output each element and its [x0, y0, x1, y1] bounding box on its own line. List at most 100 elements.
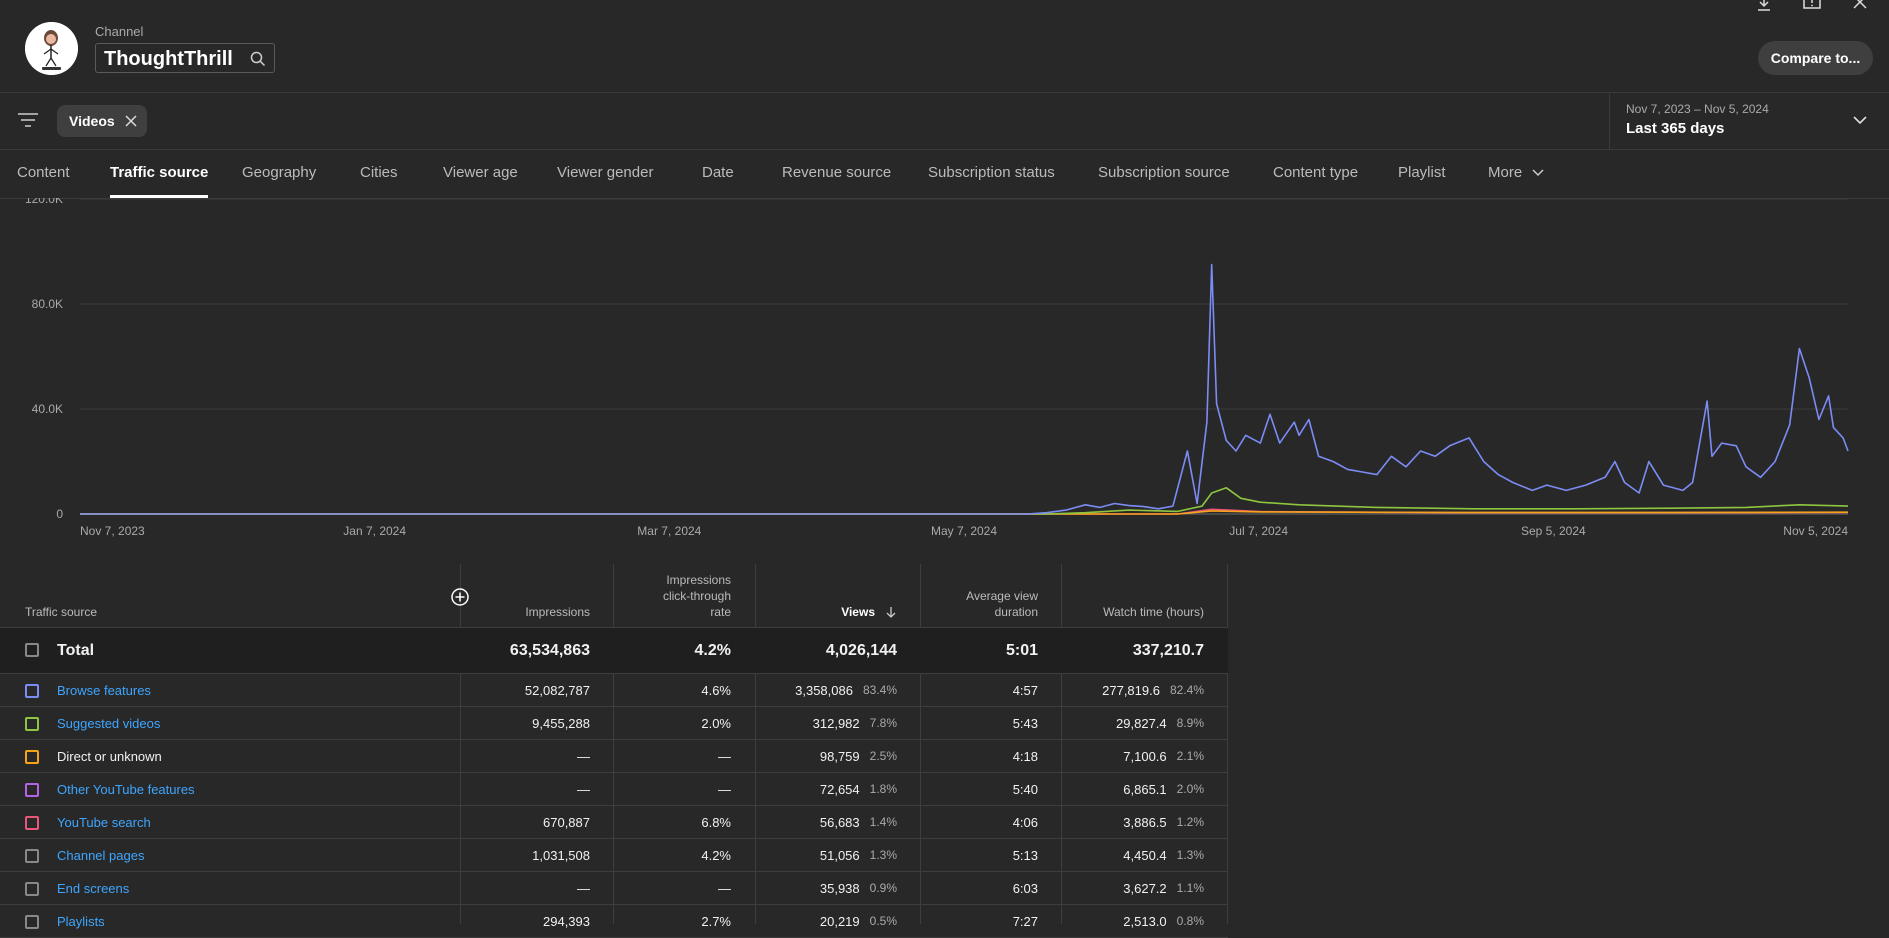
cell-ctr: — [620, 740, 731, 772]
tab-content-type[interactable]: Content type [1273, 150, 1358, 198]
close-icon[interactable] [125, 115, 137, 127]
cell-views-value: 312,982 [812, 715, 860, 731]
cell-impressions: 294,393 [470, 905, 590, 937]
search-icon[interactable] [250, 51, 266, 67]
row-checkbox[interactable] [25, 849, 39, 863]
row-checkbox[interactable] [25, 915, 39, 929]
tab-subscription-status[interactable]: Subscription status [928, 150, 1055, 198]
header-ctr-label: Impressions click-through rate [663, 572, 731, 620]
tab-cities[interactable]: Cities [360, 150, 398, 198]
cell-views: 72,654 1.8% [770, 773, 897, 805]
cell-avd-value: 4:06 [1012, 814, 1038, 830]
cell-ctr: 2.0% [620, 707, 731, 739]
tab-revenue-source[interactable]: Revenue source [782, 150, 891, 198]
traffic-source-label[interactable]: Other YouTube features [57, 773, 195, 805]
close-icon[interactable] [1852, 0, 1868, 12]
series-line-suggested-videos [80, 486, 1849, 515]
cell-avd-value: 5:40 [1012, 781, 1038, 797]
tab-viewer-gender[interactable]: Viewer gender [557, 150, 653, 198]
cell-impressions-value: 52,082,787 [524, 682, 590, 698]
cell-views-percent: 83.4% [862, 683, 897, 697]
tab-viewer-age[interactable]: Viewer age [443, 150, 518, 198]
tab-content[interactable]: Content [17, 150, 70, 198]
tab-date[interactable]: Date [702, 150, 734, 198]
header-ctr[interactable]: Impressions click-through rate [620, 564, 731, 627]
filter-chip-label: Videos [69, 113, 115, 129]
tab-subscription-source[interactable]: Subscription source [1098, 150, 1230, 198]
row-checkbox[interactable] [25, 816, 39, 830]
cell-ctr-value: 2.7% [701, 913, 731, 929]
row-checkbox[interactable] [25, 717, 39, 731]
row-checkbox[interactable] [25, 684, 39, 698]
compare-button[interactable]: Compare to... [1758, 41, 1873, 75]
traffic-source-label[interactable]: Browse features [57, 674, 151, 706]
cell-avd: 5:43 [930, 707, 1038, 739]
cell-views-percent: 7.8% [869, 716, 897, 730]
table-row: Channel pages 1,031,508 4.2% 51,056 1.3% 5:13… [0, 839, 1228, 872]
y-tick-label: 40.0K [32, 402, 63, 416]
cell-watch-percent: 1.1% [1176, 881, 1204, 895]
cell-watch-value: 4,450.4 [1123, 847, 1167, 863]
traffic-source-label[interactable]: Suggested videos [57, 707, 160, 739]
cell-ctr: 6.8% [620, 806, 731, 838]
tab-geography[interactable]: Geography [242, 150, 316, 198]
cell-views-value: 35,938 [819, 880, 860, 896]
x-tick-label: Sep 5, 2024 [1521, 524, 1586, 538]
tab-more[interactable]: More [1488, 150, 1544, 198]
cell-ctr: 2.7% [620, 905, 731, 937]
x-tick-label: Jul 7, 2024 [1229, 524, 1288, 538]
divider [1609, 93, 1610, 149]
total-checkbox[interactable] [25, 643, 39, 657]
channel-selector[interactable]: ThoughtThrill [95, 43, 275, 73]
tab-traffic-source[interactable]: Traffic source [110, 150, 209, 198]
cell-impressions-value: 1,031,508 [532, 847, 590, 863]
line-chart: 0 40.0K 80.0K 120.0K Nov 7, 2023 Jan 7, 2024 M… [25, 192, 1849, 538]
cell-watch-percent: 2.0% [1176, 782, 1204, 796]
cell-avd: 5:13 [930, 839, 1038, 871]
traffic-table: Traffic source Impressions Impressions c… [0, 564, 1228, 938]
cell-views: 98,759 2.5% [770, 740, 897, 772]
total-watch-time: 337,210.7 [1132, 641, 1204, 659]
traffic-source-label[interactable]: YouTube search [57, 806, 151, 838]
cell-watch: 29,827.4 8.9% [1070, 707, 1204, 739]
x-tick-label: May 7, 2024 [931, 524, 997, 538]
row-checkbox[interactable] [25, 783, 39, 797]
cell-watch-value: 2,513.0 [1123, 913, 1167, 929]
cell-views: 35,938 0.9% [770, 872, 897, 904]
cell-watch-value: 277,819.6 [1102, 682, 1160, 698]
row-checkbox[interactable] [25, 882, 39, 896]
header-impressions-label: Impressions [525, 605, 590, 619]
filter-icon[interactable] [18, 112, 38, 128]
header-impressions[interactable]: Impressions [470, 564, 590, 627]
header-avg-view-duration[interactable]: Average view duration [930, 564, 1038, 627]
table-row: Browse features 52,082,787 4.6% 3,358,086 83… [0, 674, 1228, 707]
traffic-source-label[interactable]: Playlists [57, 905, 105, 937]
total-label: Total [57, 641, 95, 659]
traffic-source-label[interactable]: Channel pages [57, 839, 144, 871]
traffic-source-label[interactable]: End screens [57, 872, 129, 904]
date-range-selector[interactable]: Last 365 days [1626, 120, 1724, 137]
tab-playlist[interactable]: Playlist [1398, 150, 1446, 198]
cell-avd: 6:03 [930, 872, 1038, 904]
header-traffic-source[interactable]: Traffic source [25, 564, 425, 627]
cell-impressions-value: 294,393 [543, 913, 590, 929]
feedback-icon[interactable] [1803, 0, 1821, 12]
chevron-down-icon[interactable] [1852, 114, 1868, 126]
avatar[interactable] [25, 22, 78, 75]
header-views-label: Views [841, 605, 875, 619]
cell-ctr-value: 4.2% [701, 847, 731, 863]
cell-watch-percent: 1.3% [1176, 848, 1204, 862]
cell-impressions-value: 670,887 [543, 814, 590, 830]
filter-chip-videos[interactable]: Videos [57, 105, 147, 137]
total-views: 4,026,144 [825, 641, 897, 659]
cell-avd: 7:27 [930, 905, 1038, 937]
cell-impressions: 9,455,288 [470, 707, 590, 739]
series-line-browse-features [80, 263, 1849, 515]
row-checkbox[interactable] [25, 750, 39, 764]
sort-down-icon [886, 607, 896, 618]
add-metric-icon[interactable] [451, 588, 469, 606]
table-row: Direct or unknown — — 98,759 2.5% 4:18 7,100.6… [0, 740, 1228, 773]
download-icon[interactable] [1756, 0, 1772, 12]
header-watch-time[interactable]: Watch time (hours) [1070, 564, 1204, 627]
header-views[interactable]: Views [770, 564, 897, 627]
